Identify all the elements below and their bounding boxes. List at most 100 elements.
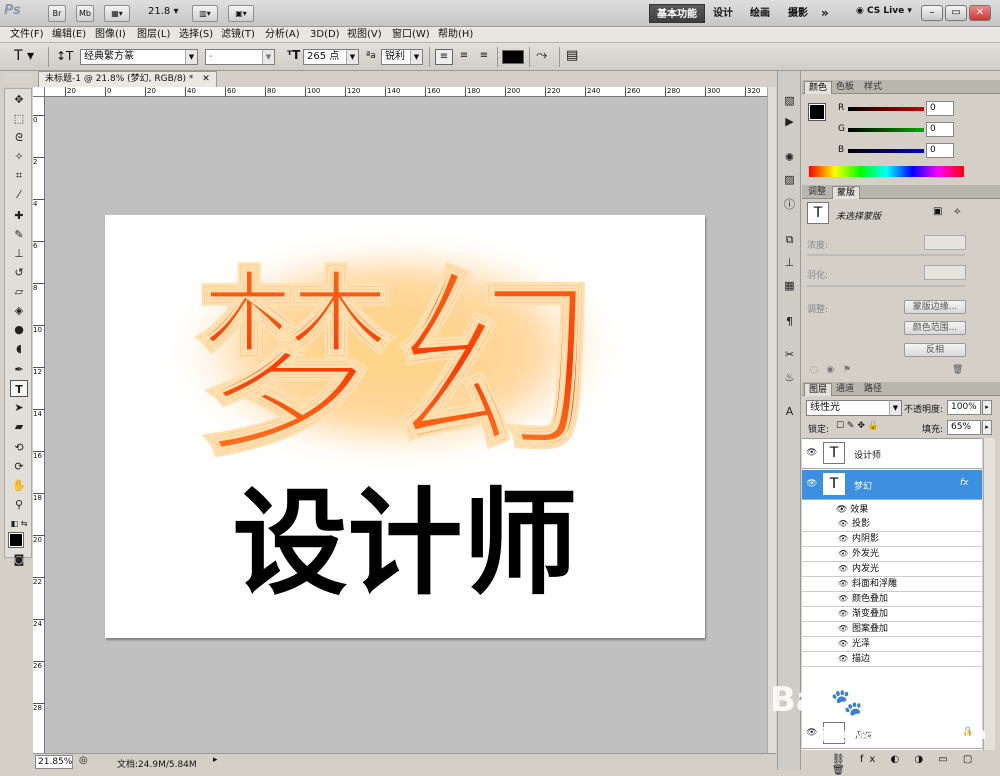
antialias-select[interactable]: 锐利 ▼ (381, 49, 423, 65)
menu-image[interactable]: 图像(I) (95, 28, 126, 42)
effect-row[interactable]: 👁 光泽 (802, 637, 982, 652)
tab-styles[interactable]: 样式 (860, 81, 886, 94)
menu-view[interactable]: 视图(V) (347, 28, 382, 42)
pixel-mask-icon[interactable]: ▣ (933, 206, 942, 217)
effect-row[interactable]: 👁 颜色叠加 (802, 592, 982, 607)
3d-orbit-tool-icon[interactable]: ⟳ (10, 458, 28, 475)
tab-channels[interactable]: 通道 (832, 383, 858, 396)
brushes-panel-icon[interactable]: ✺ (781, 149, 798, 166)
workspace-essentials[interactable]: 基本功能 (649, 4, 705, 23)
channel-r-input[interactable]: 0 (926, 101, 954, 116)
color-range-button[interactable]: 颜色范围... (904, 321, 966, 335)
eye-icon[interactable]: 👁 (838, 549, 848, 558)
menu-file[interactable]: 文件(F) (10, 28, 44, 42)
restore-button[interactable]: ▭ (945, 5, 967, 21)
view-extras-button[interactable]: ▦▾ (104, 5, 130, 22)
effects-group[interactable]: 👁 效果 (836, 502, 868, 515)
tab-paths[interactable]: 路径 (860, 383, 886, 396)
density-input[interactable] (924, 235, 966, 250)
effect-row[interactable]: 👁 斜面和浮雕 (802, 577, 982, 592)
feather-slider[interactable] (807, 285, 965, 287)
swap-colors-icon[interactable]: ◧ ⇆ (10, 515, 28, 532)
horizontal-ruler[interactable]: 20 0 20 40 60 80 100 120 140 160 180 200 220 240 260 28… (45, 87, 767, 97)
align-center-button[interactable]: ≡ (455, 49, 473, 65)
cs-live-button[interactable]: ◉ CS Live ▾ (856, 6, 912, 16)
opacity-input[interactable]: 100% (947, 400, 981, 415)
pen-tool-icon[interactable]: ✒ (10, 361, 28, 378)
status-info-icon[interactable]: ◎ (79, 755, 88, 766)
effect-row[interactable]: 👁 投影 (802, 517, 982, 532)
menu-window[interactable]: 窗口(W) (392, 28, 430, 42)
minimize-button[interactable]: – (921, 5, 943, 21)
mask-edge-button[interactable]: 蒙版边缘... (904, 300, 966, 314)
eye-icon[interactable]: 👁 (806, 448, 817, 458)
font-size-input[interactable]: 265 点 ▼ (303, 49, 359, 65)
navigator-panel-icon[interactable]: ▨ (781, 171, 798, 188)
3d-rotate-tool-icon[interactable]: ⟲ (10, 439, 28, 456)
crop-tool-icon[interactable]: ⌗ (10, 167, 28, 184)
history-brush-tool-icon[interactable]: ↺ (10, 264, 28, 281)
eraser-tool-icon[interactable]: ▱ (10, 283, 28, 300)
eye-icon[interactable]: 👁 (838, 564, 848, 573)
vector-mask-icon[interactable]: ⟡ (954, 206, 961, 217)
marquee-tool-icon[interactable]: ⬚ (10, 110, 28, 127)
tab-masks[interactable]: 蒙版 (832, 186, 861, 199)
channel-b-input[interactable]: 0 (926, 143, 954, 158)
effect-row[interactable]: 👁 渐变叠加 (802, 607, 982, 622)
align-right-button[interactable]: ≡ (475, 49, 493, 65)
invert-button[interactable]: 反相 (904, 343, 966, 357)
tools-panel-grip[interactable] (4, 73, 32, 83)
history-panel-icon[interactable]: ▧ (781, 92, 798, 109)
foreground-color-swatch[interactable] (8, 532, 24, 548)
fx-icon[interactable]: fx (960, 478, 969, 488)
eye-icon[interactable]: 👁 (838, 609, 848, 618)
path-select-tool-icon[interactable]: ➤ (10, 399, 28, 416)
character-panel-strip-icon[interactable]: A (781, 403, 798, 420)
font-style-select[interactable]: - ▼ (205, 49, 275, 65)
document-canvas[interactable]: 梦幻 设计师 (105, 215, 705, 638)
tab-swatches[interactable]: 色板 (832, 81, 858, 94)
tab-color[interactable]: 颜色 (804, 81, 833, 94)
color-ramp[interactable] (809, 166, 964, 177)
document-tab[interactable]: 未标题-1 @ 21.8% (梦幻, RGB/8) * ✕ (38, 71, 217, 87)
effect-row[interactable]: 👁 内发光 (802, 562, 982, 577)
workspace-painting[interactable]: 绘画 (743, 4, 777, 23)
vertical-ruler[interactable]: 0 2 4 6 8 10 12 14 16 18 20 22 24 26 28 (33, 97, 45, 753)
healing-brush-tool-icon[interactable]: ✚ (10, 207, 28, 224)
bridge-button[interactable]: Br (48, 5, 66, 22)
channel-r-slider[interactable] (848, 107, 924, 111)
paint-bucket-tool-icon[interactable]: ◈ (10, 302, 28, 319)
eye-icon[interactable]: 👁 (838, 624, 848, 633)
menu-filter[interactable]: 滤镜(T) (221, 28, 255, 42)
screen-mode-button[interactable]: ▣▾ (228, 5, 254, 22)
effect-row[interactable]: 👁 图案叠加 (802, 622, 982, 637)
zoom-level-dropdown[interactable]: 21.8 ▾ (148, 6, 178, 17)
fill-arrow-icon[interactable]: ▸ (982, 420, 992, 435)
eye-icon[interactable]: 👁 (838, 654, 848, 663)
more-workspaces-icon[interactable]: » (814, 4, 836, 23)
layer-row-designer[interactable]: 👁 T 设计师 (802, 439, 982, 469)
close-tab-icon[interactable]: ✕ (202, 74, 210, 84)
effect-row[interactable]: 👁 内阴影 (802, 532, 982, 547)
tool-preset-picker[interactable]: T ▾ (14, 48, 34, 64)
menu-select[interactable]: 选择(S) (179, 28, 213, 42)
toggle-orientation-icon[interactable]: ↕T (56, 49, 73, 63)
channel-g-slider[interactable] (848, 128, 924, 132)
quick-select-tool-icon[interactable]: ✧ (10, 148, 28, 165)
move-tool-icon[interactable]: ✥ (10, 91, 28, 108)
ruler-origin[interactable] (33, 87, 45, 97)
canvas-area[interactable]: 梦幻 设计师 (45, 97, 767, 753)
tab-layers[interactable]: 图层 (804, 383, 833, 396)
histogram-icon[interactable]: ▦ (781, 277, 798, 294)
brush-tool-icon[interactable]: ✎ (10, 226, 28, 243)
close-window-button[interactable]: ✕ (969, 5, 991, 21)
arrange-documents-button[interactable]: ▥▾ (192, 5, 218, 22)
menu-layer[interactable]: 图层(L) (137, 28, 170, 42)
tool-presets-icon[interactable]: ⧉ (781, 231, 798, 248)
tab-adjustments[interactable]: 调整 (804, 186, 830, 199)
vertical-scrollbar[interactable] (767, 87, 776, 753)
foreground-swatch[interactable] (808, 103, 826, 121)
status-menu-arrow-icon[interactable]: ▸ (213, 755, 218, 765)
type-tool-icon[interactable]: T (10, 380, 28, 397)
dodge-tool-icon[interactable]: ◖ (10, 340, 28, 357)
